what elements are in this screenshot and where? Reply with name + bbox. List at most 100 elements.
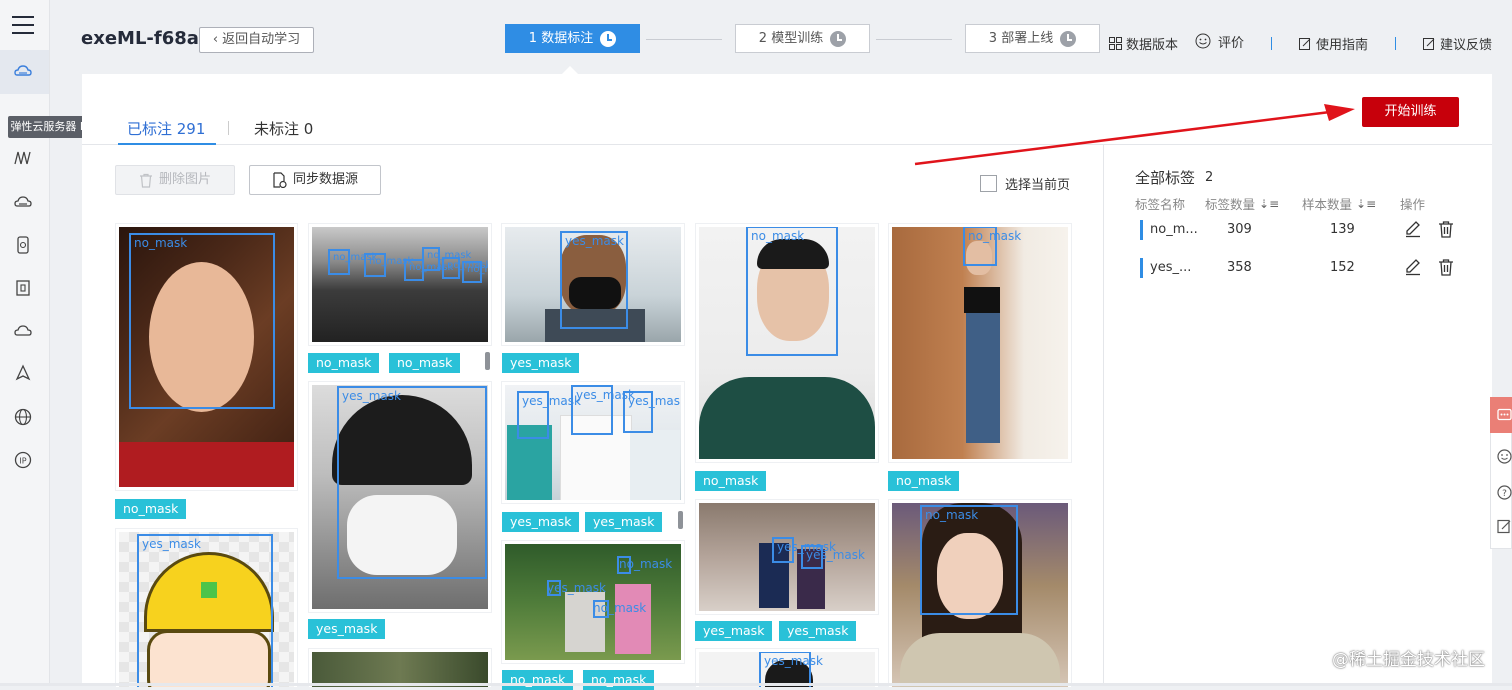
select-page-checkbox[interactable] [980, 175, 997, 192]
box-label: no_mask [134, 236, 188, 250]
image-card[interactable]: yes_mask yes_mask yes_mask [501, 381, 685, 504]
cloud-disk-icon[interactable] [12, 191, 34, 213]
back-button-label: 返回自动学习 [222, 32, 301, 47]
delete-images-button[interactable]: 删除图片 [115, 165, 235, 195]
back-button[interactable]: ‹ 返回自动学习 [199, 27, 314, 53]
modelarts-icon[interactable] [12, 147, 34, 169]
label-sample-count: 139 [1330, 222, 1355, 237]
image-card[interactable]: yes_mask [115, 528, 298, 688]
clothing-shape [900, 633, 1060, 687]
image-thumbnail: yes_mask [119, 532, 294, 687]
image-card[interactable]: no_mask [888, 223, 1072, 463]
trash-icon[interactable] [1437, 220, 1455, 238]
col-header-label: 样本数量 [1302, 197, 1353, 212]
box-label: yes_mask [806, 548, 865, 562]
grid-icon [1109, 36, 1122, 50]
box-label: yes_mask [547, 581, 606, 595]
tag-scroll-indicator[interactable] [678, 511, 683, 529]
sync-label: 同步数据源 [292, 172, 358, 187]
left-nav-rail [0, 0, 50, 686]
clock-icon [830, 30, 847, 47]
image-thumbnail: no_mask [892, 503, 1068, 687]
jeans-shape [966, 313, 1000, 443]
annotation-box: no_mask [442, 257, 488, 279]
label-sample-count: 152 [1330, 260, 1355, 275]
sidebar-divider [1103, 145, 1104, 686]
step-label: 3 部署上线 [988, 31, 1054, 46]
app-title: exeML-f68a [81, 28, 199, 49]
rate-link[interactable]: 评价 [1195, 31, 1244, 51]
image-card[interactable]: no_mask no_mask no_mask no_mask no_mask … [308, 223, 492, 346]
annotation-box: no_mask [364, 253, 413, 277]
label-tag: yes_mask [779, 621, 857, 641]
cloud-server-icon[interactable] [12, 61, 34, 83]
image-thumbnail: yes_mask yes_mask [699, 503, 875, 611]
label-tag-count: 309 [1227, 222, 1252, 237]
guide-link[interactable]: 使用指南 [1299, 33, 1368, 53]
svg-text:?: ? [1502, 489, 1507, 499]
box-label: yes_mask [142, 537, 201, 551]
menu-icon[interactable] [12, 14, 34, 36]
edit-icon[interactable] [1404, 258, 1422, 276]
edit-icon[interactable] [1404, 220, 1422, 238]
sort-icon[interactable]: ⇣≡ [1356, 197, 1376, 211]
header-separator [1395, 37, 1396, 50]
deploy-icon[interactable] [12, 363, 34, 385]
image-card[interactable]: yes_mask [308, 381, 492, 613]
label-tag: no_mask [115, 499, 187, 519]
image-card[interactable]: no_mask [695, 223, 879, 463]
col-header-tag-count[interactable]: 标签数量 ⇣≡ [1205, 194, 1279, 213]
annotation-box: no_mask [920, 505, 1018, 615]
data-version-link[interactable]: 数据版本 [1109, 33, 1178, 53]
image-card[interactable]: yes_mask [695, 648, 879, 688]
image-thumbnail: yes_mask [699, 652, 875, 687]
step-data-labeling[interactable]: 1 数据标注 [505, 24, 640, 53]
labels-count: 2 [1205, 170, 1214, 185]
label-tag: no_mask [308, 353, 380, 373]
globe-icon[interactable] [12, 406, 34, 428]
box-label: no_mask [619, 557, 673, 571]
feedback-icon[interactable] [1497, 519, 1512, 534]
step-label: 2 模型训练 [758, 31, 824, 46]
tab-labeled[interactable]: 已标注 291 [127, 118, 205, 139]
step-label: 1 数据标注 [528, 31, 594, 46]
label-tag: no_mask [583, 670, 655, 690]
annotation-box: no_mask [593, 600, 646, 618]
smile-icon [1195, 33, 1211, 49]
annotation-box: yes_mask [623, 391, 681, 433]
start-training-button[interactable]: 开始训练 [1362, 97, 1459, 127]
image-card[interactable]: no_mask [115, 223, 298, 491]
image-thumbnail: yes_mask [505, 227, 681, 342]
sort-icon[interactable]: ⇣≡ [1259, 197, 1279, 211]
ip-icon[interactable]: IP [12, 449, 34, 471]
sync-datasource-button[interactable]: 同步数据源 [249, 165, 381, 195]
image-thumbnail: yes_mask no_mask no_mask [505, 544, 681, 660]
tag-scroll-indicator[interactable] [485, 352, 490, 370]
feedback-link[interactable]: 建议反馈 [1423, 33, 1492, 53]
help-icon[interactable]: ? [1497, 485, 1512, 500]
trash-icon[interactable] [1437, 258, 1455, 276]
col-header-name: 标签名称 [1135, 197, 1186, 212]
step-model-training[interactable]: 2 模型训练 [735, 24, 870, 53]
image-card[interactable]: yes_mask yes_mask [695, 499, 879, 615]
image-card[interactable]: yes_mask [501, 223, 685, 346]
annotation-box: no_mask [328, 249, 377, 275]
select-current-page[interactable]: 选择当前页 [980, 174, 1070, 193]
cloud-icon[interactable] [12, 320, 34, 342]
database-icon[interactable] [12, 277, 34, 299]
image-card[interactable]: no_mask [888, 499, 1072, 688]
box-label: no_mask [593, 601, 647, 615]
smile-icon[interactable] [1497, 449, 1512, 464]
tab-unlabeled[interactable]: 未标注 0 [254, 118, 313, 139]
col-header-sample-count[interactable]: 样本数量 ⇣≡ [1302, 194, 1376, 213]
storage-icon[interactable] [12, 234, 34, 256]
annotation-box: no_mask [617, 556, 672, 574]
step-connector [646, 39, 722, 40]
image-card[interactable] [308, 648, 492, 688]
select-page-label: 选择当前页 [1005, 178, 1071, 193]
top-shape [964, 287, 1000, 313]
image-card[interactable]: yes_mask no_mask no_mask [501, 540, 685, 664]
labels-title: 全部标签 [1135, 169, 1196, 187]
image-thumbnail: no_mask [119, 227, 294, 487]
step-deploy[interactable]: 3 部署上线 [965, 24, 1100, 53]
